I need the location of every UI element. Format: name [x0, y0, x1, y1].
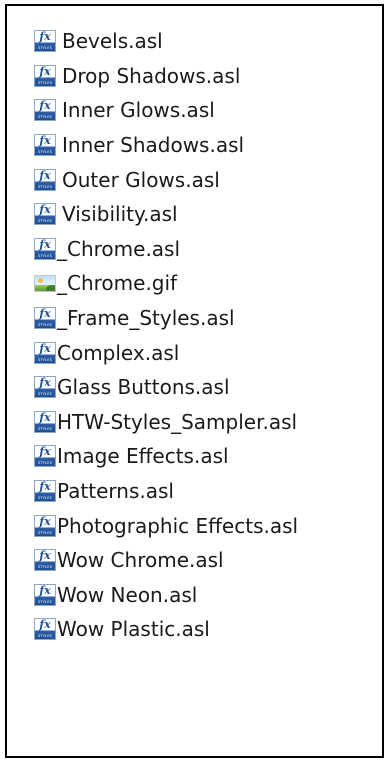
photoshop-styles-file-icon: fx STYLES [34, 30, 56, 53]
file-name: Complex.asl [57, 340, 180, 365]
photoshop-styles-file-icon: fx STYLES [34, 410, 56, 433]
file-name: HTW-Styles_Sampler.asl [57, 409, 298, 434]
file-name: Wow Chrome.asl [57, 548, 224, 573]
image-file-icon [34, 274, 56, 292]
photoshop-styles-file-icon: fx STYLES [34, 134, 56, 157]
file-item-wow-chrome[interactable]: fx STYLES Wow Chrome.asl [7, 543, 382, 578]
file-name: Wow Neon.asl [57, 582, 198, 607]
file-name: Outer Glows.asl [62, 167, 220, 192]
file-name: _Chrome.gif [57, 271, 178, 296]
photoshop-styles-file-icon: fx STYLES [34, 64, 56, 87]
file-list: fx STYLES Bevels.asl fx STYLES Drop Shadow… [7, 24, 382, 647]
file-item-wow-plastic[interactable]: fx STYLES Wow Plastic.asl [7, 612, 382, 647]
photoshop-styles-file-icon: fx STYLES [34, 376, 56, 399]
file-item-image-effects[interactable]: fx STYLES Image Effects.asl [7, 439, 382, 474]
file-item-inner-shadows[interactable]: fx STYLES Inner Shadows.asl [7, 128, 382, 163]
photoshop-styles-file-icon: fx STYLES [34, 445, 56, 468]
file-name: _Chrome.asl [57, 236, 181, 261]
file-name: Inner Glows.asl [62, 98, 215, 123]
file-item-outer-glows[interactable]: fx STYLES Outer Glows.asl [7, 162, 382, 197]
file-item-drop-shadows[interactable]: fx STYLES Drop Shadows.asl [7, 59, 382, 94]
file-name: _Frame_Styles.asl [57, 306, 235, 331]
file-item-glass-buttons[interactable]: fx STYLES Glass Buttons.asl [7, 370, 382, 405]
file-item-inner-glows[interactable]: fx STYLES Inner Glows.asl [7, 93, 382, 128]
file-item-patterns[interactable]: fx STYLES Patterns.asl [7, 474, 382, 509]
file-item-chrome-gif[interactable]: _Chrome.gif [7, 266, 382, 301]
file-name: Drop Shadows.asl [62, 63, 241, 88]
photoshop-styles-file-icon: fx STYLES [34, 618, 56, 641]
photoshop-styles-file-icon: fx STYLES [34, 307, 56, 330]
photoshop-styles-file-icon: fx STYLES [34, 203, 56, 226]
file-item-visibility[interactable]: fx STYLES Visibility.asl [7, 197, 382, 232]
file-name: Inner Shadows.asl [62, 133, 245, 158]
photoshop-styles-file-icon: fx STYLES [34, 341, 56, 364]
photoshop-styles-file-icon: fx STYLES [34, 237, 56, 260]
photoshop-styles-file-icon: fx STYLES [34, 583, 56, 606]
file-name: Wow Plastic.asl [57, 617, 210, 642]
file-item-htw-styles-sampler[interactable]: fx STYLES HTW-Styles_Sampler.asl [7, 405, 382, 440]
photoshop-styles-file-icon: fx STYLES [34, 480, 56, 503]
file-name: Image Effects.asl [57, 444, 229, 469]
photoshop-styles-file-icon: fx STYLES [34, 549, 56, 572]
file-name: Photographic Effects.asl [57, 513, 299, 538]
file-name: Glass Buttons.asl [57, 375, 230, 400]
file-list-panel: fx STYLES Bevels.asl fx STYLES Drop Shadow… [5, 4, 384, 758]
file-item-photographic-effects[interactable]: fx STYLES Photographic Effects.asl [7, 508, 382, 543]
file-item-wow-neon[interactable]: fx STYLES Wow Neon.asl [7, 578, 382, 613]
file-name: Visibility.asl [62, 202, 178, 227]
file-item-chrome-asl[interactable]: fx STYLES _Chrome.asl [7, 232, 382, 267]
file-item-complex[interactable]: fx STYLES Complex.asl [7, 335, 382, 370]
photoshop-styles-file-icon: fx STYLES [34, 514, 56, 537]
photoshop-styles-file-icon: fx STYLES [34, 99, 56, 122]
photoshop-styles-file-icon: fx STYLES [34, 168, 56, 191]
file-name: Bevels.asl [62, 29, 163, 54]
file-item-bevels[interactable]: fx STYLES Bevels.asl [7, 24, 382, 59]
file-item-frame-styles[interactable]: fx STYLES _Frame_Styles.asl [7, 301, 382, 336]
file-name: Patterns.asl [57, 479, 174, 504]
